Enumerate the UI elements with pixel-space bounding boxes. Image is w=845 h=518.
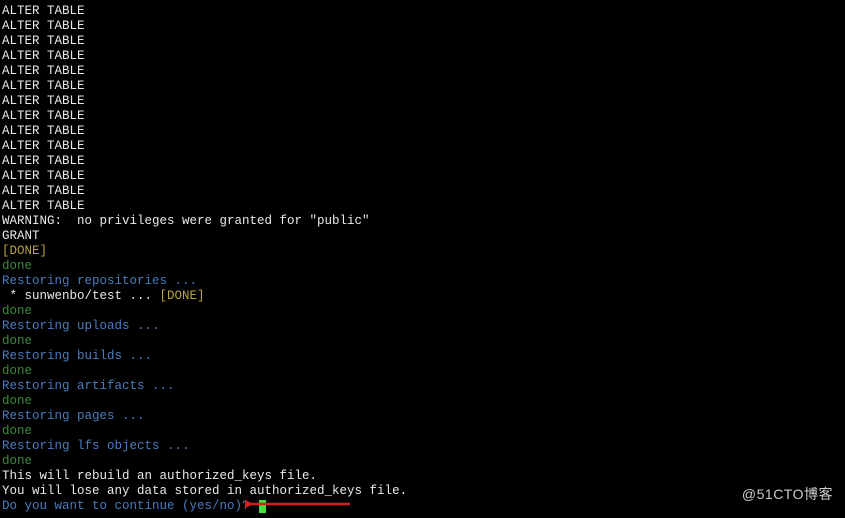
terminal-line: done: [2, 424, 843, 439]
terminal-line: Restoring repositories ...: [2, 274, 843, 289]
terminal-line: done: [2, 259, 843, 274]
terminal-text: done: [2, 304, 32, 318]
terminal-text: ALTER TABLE: [2, 94, 85, 108]
terminal-line: This will rebuild an authorized_keys fil…: [2, 469, 843, 484]
terminal-output[interactable]: ALTER TABLEALTER TABLEALTER TABLEALTER T…: [0, 0, 845, 518]
terminal-line: ALTER TABLE: [2, 199, 843, 214]
terminal-text: ALTER TABLE: [2, 49, 85, 63]
terminal-text: You will lose any data stored in authori…: [2, 484, 407, 498]
terminal-text: Restoring pages ...: [2, 409, 145, 423]
terminal-text: This will rebuild an authorized_keys fil…: [2, 469, 317, 483]
terminal-text: ALTER TABLE: [2, 184, 85, 198]
terminal-line: ALTER TABLE: [2, 49, 843, 64]
terminal-line: done: [2, 454, 843, 469]
terminal-line: WARNING: no privileges were granted for …: [2, 214, 843, 229]
cursor: [259, 500, 266, 513]
terminal-text: ALTER TABLE: [2, 79, 85, 93]
terminal-line: ALTER TABLE: [2, 124, 843, 139]
terminal-line: ALTER TABLE: [2, 184, 843, 199]
terminal-line: done: [2, 334, 843, 349]
terminal-text: ALTER TABLE: [2, 154, 85, 168]
terminal-line: ALTER TABLE: [2, 169, 843, 184]
terminal-line: ALTER TABLE: [2, 19, 843, 34]
terminal-text: Restoring repositories ...: [2, 274, 197, 288]
terminal-text: Restoring uploads ...: [2, 319, 160, 333]
terminal-text-segment: * sunwenbo/test ...: [2, 289, 160, 303]
terminal-line: ALTER TABLE: [2, 79, 843, 94]
terminal-text: [DONE]: [2, 244, 47, 258]
terminal-text: Restoring lfs objects ...: [2, 439, 190, 453]
terminal-line: Restoring builds ...: [2, 349, 843, 364]
terminal-line: ALTER TABLE: [2, 64, 843, 79]
watermark: @51CTO博客: [742, 487, 833, 502]
terminal-line: done: [2, 394, 843, 409]
terminal-text: done: [2, 394, 32, 408]
terminal-text: ALTER TABLE: [2, 109, 85, 123]
terminal-text: done: [2, 424, 32, 438]
terminal-line: You will lose any data stored in authori…: [2, 484, 843, 499]
terminal-line: ALTER TABLE: [2, 139, 843, 154]
terminal-line: ALTER TABLE: [2, 4, 843, 19]
terminal-text: WARNING: no privileges were granted for …: [2, 214, 370, 228]
terminal-text: done: [2, 334, 32, 348]
terminal-line: Restoring uploads ...: [2, 319, 843, 334]
terminal-line: Restoring pages ...: [2, 409, 843, 424]
terminal-text: ALTER TABLE: [2, 169, 85, 183]
terminal-line: Restoring artifacts ...: [2, 379, 843, 394]
terminal-text: ALTER TABLE: [2, 199, 85, 213]
terminal-line: * sunwenbo/test ... [DONE]: [2, 289, 843, 304]
terminal-line: GRANT: [2, 229, 843, 244]
terminal-text: ALTER TABLE: [2, 64, 85, 78]
terminal-line: done: [2, 364, 843, 379]
terminal-text-segment: [DONE]: [160, 289, 205, 303]
terminal-line: ALTER TABLE: [2, 34, 843, 49]
terminal-text: done: [2, 454, 32, 468]
terminal-text: GRANT: [2, 229, 40, 243]
terminal-text: Restoring artifacts ...: [2, 379, 175, 393]
terminal-text: done: [2, 259, 32, 273]
terminal-text: Restoring builds ...: [2, 349, 152, 363]
terminal-line: done: [2, 304, 843, 319]
terminal-text: ALTER TABLE: [2, 124, 85, 138]
terminal-line: [DONE]: [2, 244, 843, 259]
terminal-text: ALTER TABLE: [2, 139, 85, 153]
terminal-line: Do you want to continue (yes/no)?: [2, 499, 843, 514]
terminal-line: Restoring lfs objects ...: [2, 439, 843, 454]
terminal-text: done: [2, 364, 32, 378]
terminal-line: ALTER TABLE: [2, 94, 843, 109]
terminal-text-segment: Do you want to continue (yes/no)?: [2, 499, 257, 513]
terminal-line: ALTER TABLE: [2, 154, 843, 169]
terminal-text: ALTER TABLE: [2, 4, 85, 18]
terminal-text: ALTER TABLE: [2, 34, 85, 48]
terminal-line: ALTER TABLE: [2, 109, 843, 124]
terminal-text: ALTER TABLE: [2, 19, 85, 33]
